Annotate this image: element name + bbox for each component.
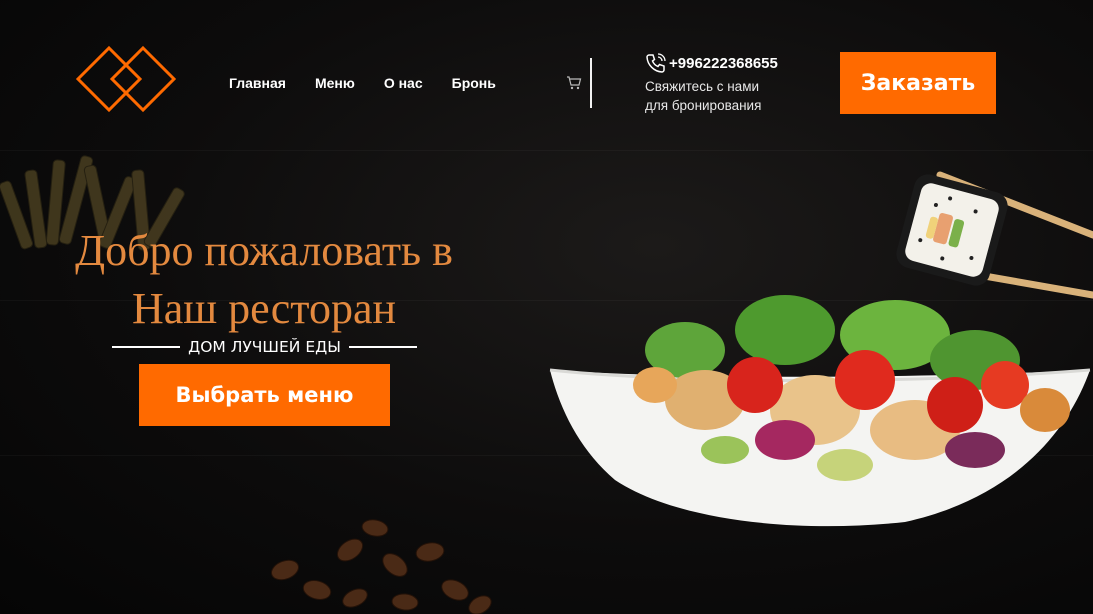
hero-subtitle-row: ДОМ ЛУЧШЕЙ ЕДЫ [112,338,417,356]
hero-title-line: Наш ресторан [131,284,397,333]
subtitle-line-right [348,346,417,348]
cart-icon[interactable] [566,75,582,91]
choose-menu-button[interactable]: Выбрать меню [139,364,390,426]
phone-icon [646,53,666,73]
contact-text: Свяжитесь с нами для бронирования [645,77,805,115]
sushi-image [896,171,1093,299]
main-nav: Главная Меню О нас Бронь [229,75,496,91]
contact-line: Свяжитесь с нами [645,79,760,94]
coffee-beans-image [270,519,492,614]
order-button[interactable]: Заказать [840,52,996,114]
nav-item-booking[interactable]: Бронь [452,75,496,91]
subtitle-line-left [112,346,181,348]
nav-item-menu[interactable]: Меню [315,75,355,91]
hero-title: Добро пожаловать в Наш ресторан [40,222,488,338]
salad-image [549,295,1091,527]
nav-item-about[interactable]: О нас [384,75,423,91]
hero-title-line: Добро пожаловать в [75,226,453,275]
contact-block: +996222368655 Свяжитесь с нами для брони… [645,52,805,115]
contact-line: для бронирования [645,98,762,113]
diamond-logo-icon[interactable] [76,44,176,114]
header-divider [590,58,592,108]
hero-subtitle: ДОМ ЛУЧШЕЙ ЕДЫ [188,338,341,356]
nav-item-home[interactable]: Главная [229,75,286,91]
phone-number[interactable]: +996222368655 [669,55,778,72]
